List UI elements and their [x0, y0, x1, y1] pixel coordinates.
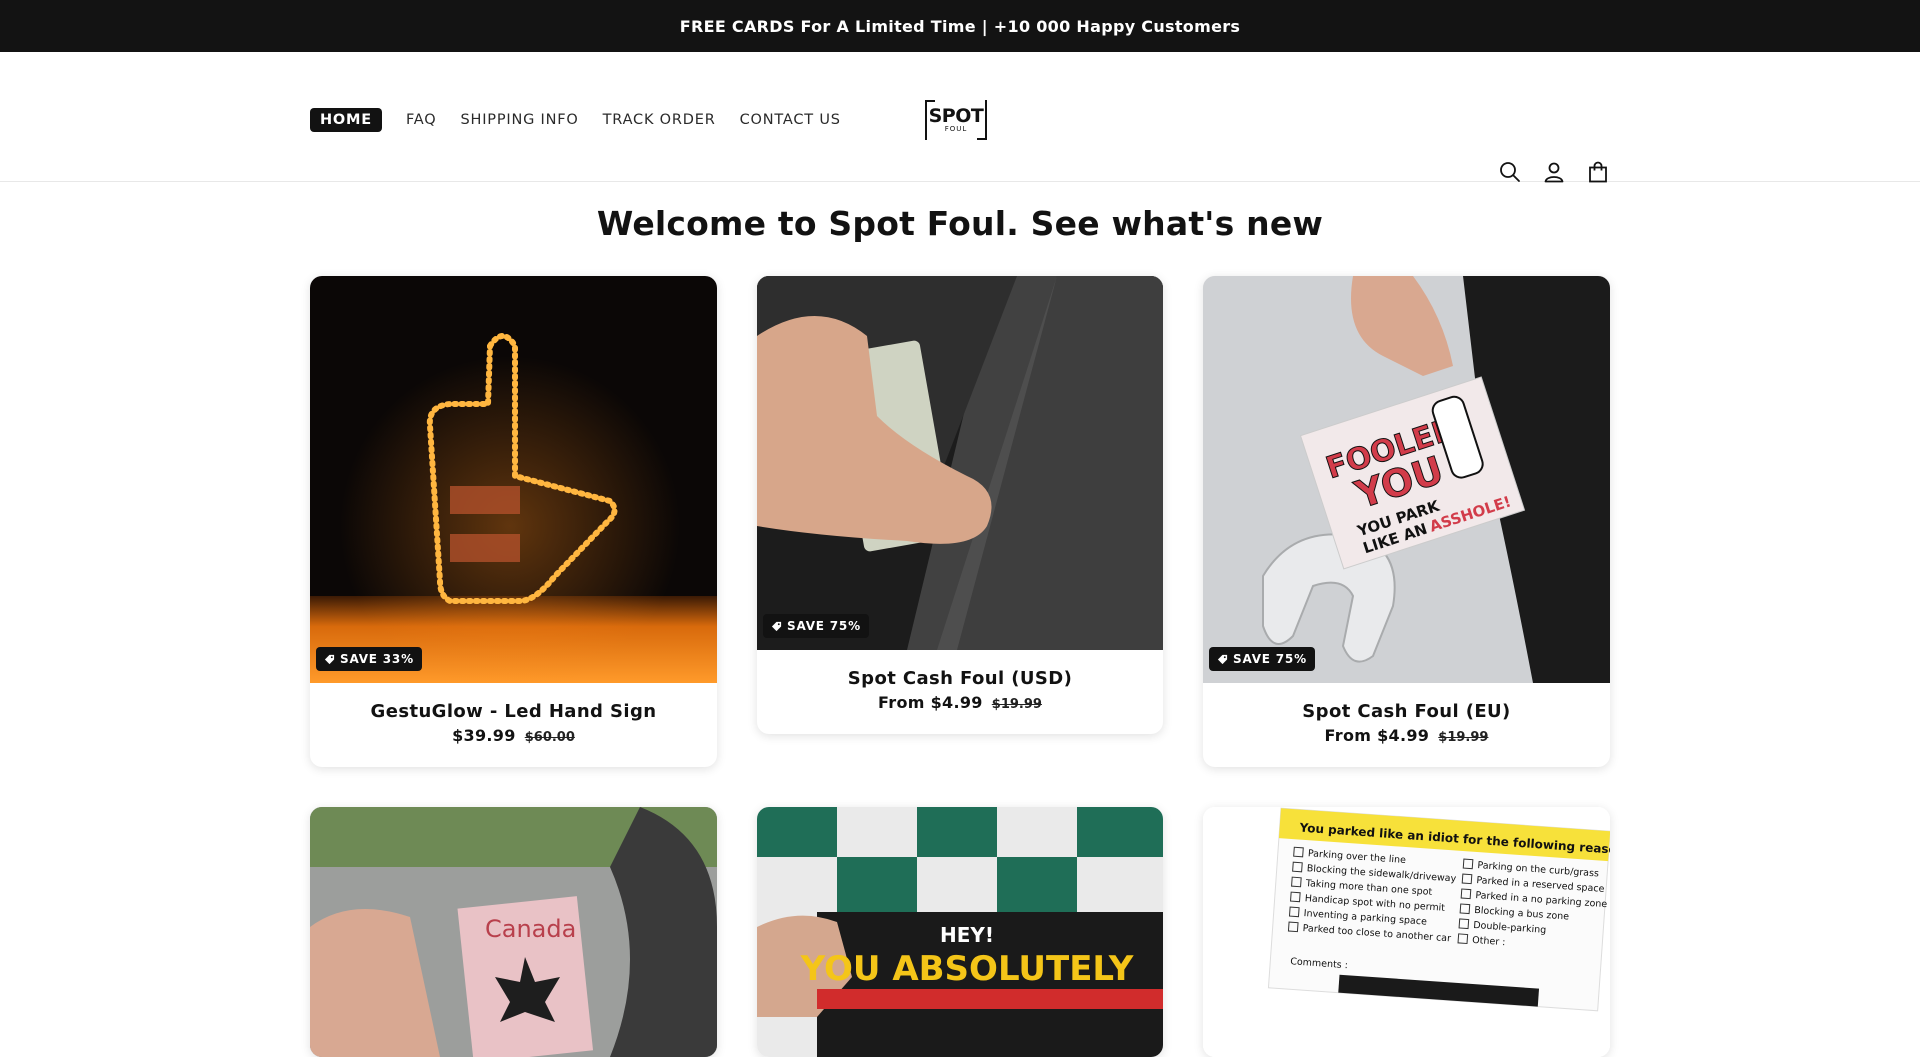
- product-card[interactable]: FOOLED YOU YOU PARK LIKE AN ASSHOLE! SAV…: [1203, 276, 1610, 767]
- product-image[interactable]: SAVE 33%: [310, 276, 717, 683]
- hey-card-image: HEY! YOU ABSOLUTELY: [757, 807, 1163, 1057]
- site-logo[interactable]: SPOT FOUL: [925, 100, 987, 140]
- product-image[interactable]: You parked like an idiot for the followi…: [1203, 807, 1610, 1057]
- idiot-right-5: Other :: [1472, 935, 1506, 948]
- hey-line1: HEY!: [940, 923, 994, 947]
- product-image[interactable]: HEY! YOU ABSOLUTELY: [757, 807, 1163, 1057]
- product-title[interactable]: Spot Cash Foul (USD): [767, 668, 1153, 689]
- fooled-card-image: FOOLED YOU YOU PARK LIKE AN ASSHOLE!: [1203, 276, 1610, 683]
- canada-text: Canada: [485, 915, 576, 943]
- nav-item-track-order[interactable]: TRACK ORDER: [603, 112, 716, 128]
- product-card[interactable]: HEY! YOU ABSOLUTELY: [757, 807, 1163, 1057]
- product-price: From $4.99: [1324, 726, 1430, 745]
- product-old-price: $19.99: [991, 697, 1042, 712]
- product-price: $39.99: [452, 726, 516, 745]
- product-card[interactable]: You parked like an idiot for the followi…: [1203, 807, 1610, 1057]
- product-old-price: $60.00: [524, 730, 575, 745]
- product-grid: SAVE 33% GestuGlow - Led Hand Sign $39.9…: [310, 276, 1610, 1057]
- discount-badge: SAVE 75%: [1209, 647, 1315, 671]
- logo-subtext: FOUL: [944, 124, 968, 133]
- discount-badge: SAVE 33%: [316, 647, 422, 671]
- led-hand-image: [310, 333, 717, 683]
- product-info: Spot Cash Foul (USD) From $4.99 $19.99: [757, 650, 1163, 734]
- product-price-row: $39.99 $60.00: [320, 726, 707, 745]
- product-price-row: From $4.99 $19.99: [1213, 726, 1600, 745]
- nav-item-shipping-info[interactable]: SHIPPING INFO: [461, 112, 579, 128]
- tag-icon: [1217, 654, 1228, 664]
- product-card[interactable]: SAVE 75% Spot Cash Foul (USD) From $4.99…: [757, 276, 1163, 734]
- product-card[interactable]: Canada: [310, 807, 717, 1057]
- search-icon[interactable]: [1498, 160, 1522, 184]
- canada-card-image: Canada: [310, 807, 717, 1057]
- product-image[interactable]: Canada: [310, 807, 717, 1057]
- announcement-text: FREE CARDS For A Limited Time | +10 000 …: [679, 16, 1241, 36]
- main-nav: HOME FAQ SHIPPING INFO TRACK ORDER CONTA…: [310, 108, 865, 132]
- idiot-card-image: You parked like an idiot for the followi…: [1203, 807, 1610, 1057]
- logo-text: SPOT: [928, 104, 984, 127]
- product-image[interactable]: SAVE 75%: [757, 276, 1163, 650]
- account-icon[interactable]: [1542, 160, 1566, 184]
- nav-item-contact-us[interactable]: CONTACT US: [740, 112, 841, 128]
- product-price-row: From $4.99 $19.99: [767, 693, 1153, 712]
- header-icons: [1498, 160, 1610, 184]
- nav-item-home[interactable]: HOME: [310, 108, 382, 132]
- product-price: From $4.99: [878, 693, 983, 712]
- page-title: Welcome to Spot Foul. See what's new: [596, 204, 1324, 243]
- product-old-price: $19.99: [1438, 730, 1489, 745]
- badge-text: SAVE 33%: [340, 652, 414, 666]
- badge-text: SAVE 75%: [1233, 652, 1307, 666]
- cart-icon[interactable]: [1586, 160, 1610, 184]
- hey-line2: YOU ABSOLUTELY: [800, 949, 1134, 989]
- tag-icon: [324, 654, 335, 664]
- discount-badge: SAVE 75%: [763, 614, 869, 638]
- nav-item-faq[interactable]: FAQ: [406, 112, 437, 128]
- product-info: Spot Cash Foul (EU) From $4.99 $19.99: [1203, 683, 1610, 767]
- cash-hand-image: [757, 276, 1163, 650]
- badge-text: SAVE 75%: [787, 619, 861, 633]
- announcement-bar: FREE CARDS For A Limited Time | +10 000 …: [0, 0, 1920, 52]
- product-info: GestuGlow - Led Hand Sign $39.99 $60.00: [310, 683, 717, 767]
- product-title[interactable]: GestuGlow - Led Hand Sign: [320, 701, 707, 722]
- site-header: HOME FAQ SHIPPING INFO TRACK ORDER CONTA…: [0, 52, 1920, 184]
- product-title[interactable]: Spot Cash Foul (EU): [1213, 701, 1600, 722]
- tag-icon: [771, 621, 782, 631]
- product-image[interactable]: FOOLED YOU YOU PARK LIKE AN ASSHOLE! SAV…: [1203, 276, 1610, 683]
- product-card[interactable]: SAVE 33% GestuGlow - Led Hand Sign $39.9…: [310, 276, 717, 767]
